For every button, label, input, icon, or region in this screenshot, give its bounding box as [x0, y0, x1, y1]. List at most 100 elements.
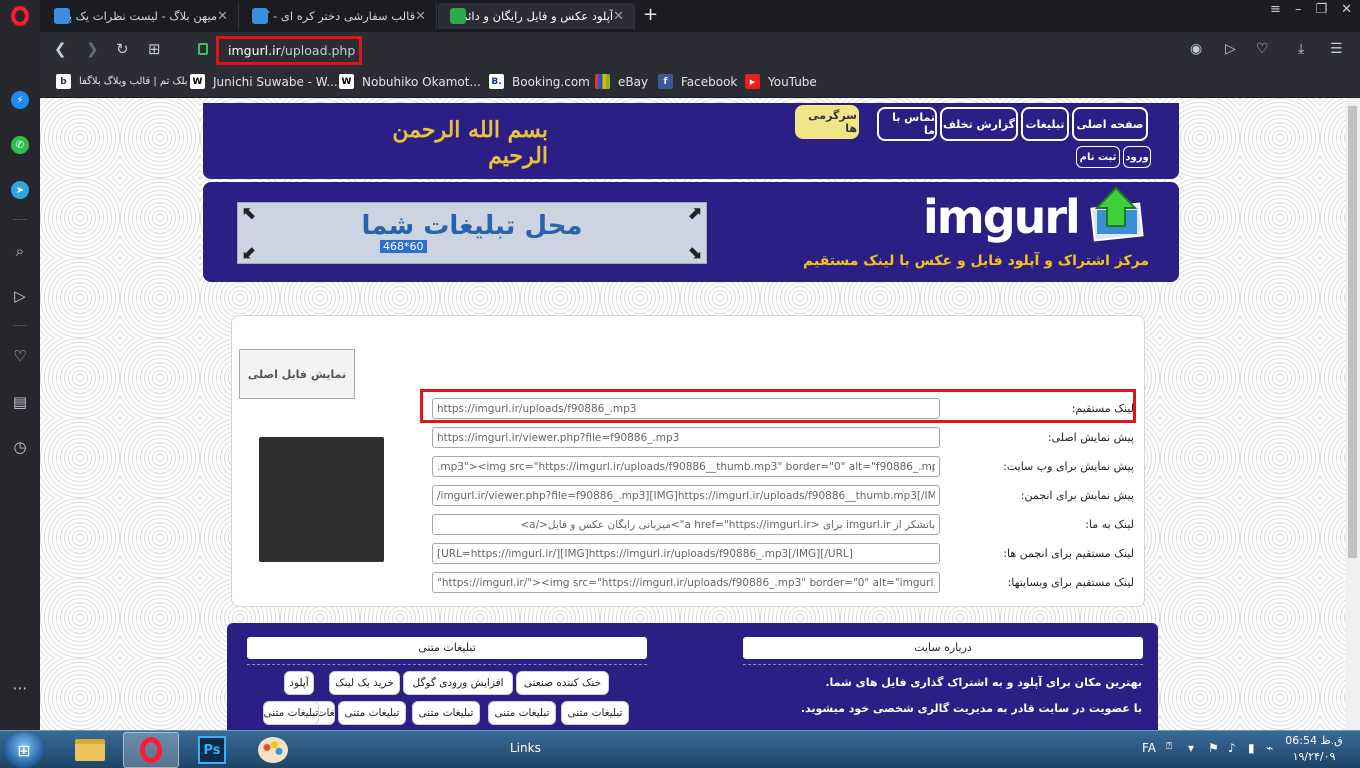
tab-strip: ✕ میهن بلاگ - لیست نظرات یک پست ✕ قالب س… [40, 0, 1360, 32]
wikipedia-icon: W [190, 74, 205, 89]
forum-direct-field[interactable] [432, 543, 940, 564]
camera-icon[interactable]: ◉ [1190, 41, 1202, 57]
forward-icon[interactable]: ❯ [86, 40, 99, 58]
window-controls: ≡ – ❐ ✕ [1270, 2, 1352, 17]
send-icon[interactable]: ▷ [8, 284, 32, 308]
text-ad-link[interactable]: تبلیغات متنی [561, 701, 629, 725]
send-page-icon[interactable]: ▷ [1225, 41, 1236, 57]
link-to-us-field[interactable] [432, 514, 940, 535]
url-field[interactable]: imgurl.ir/upload.php [216, 36, 362, 65]
nav-report[interactable]: گزارش تخلف [940, 107, 1018, 141]
back-icon[interactable]: ❮ [54, 40, 67, 58]
tab-imgurl[interactable]: ✕ آپلود عکس و فایل رایگان و دائمی [438, 3, 635, 29]
whatsapp-icon[interactable]: ✆ [8, 133, 32, 157]
windows-start-icon[interactable]: ⊞ [4, 732, 44, 768]
minimize-icon[interactable]: – [1295, 2, 1302, 17]
forum-preview-field[interactable] [432, 485, 940, 506]
text-ad-link[interactable]: آپلود [284, 671, 314, 695]
new-tab-icon[interactable]: + [643, 4, 658, 25]
scrollbar-thumb[interactable] [1348, 106, 1357, 558]
photoshop-taskbar-icon[interactable]: Ps [184, 732, 240, 768]
bookmark-nobuhiko[interactable]: W Nobuhiko Okamot... [339, 74, 481, 89]
clock-date: ۱۹/۲۴/۰۹ [1292, 750, 1336, 763]
history-icon[interactable]: ◷ [8, 435, 32, 459]
tab-title: قالب سفارشی دختر کره ای - کرونه [268, 9, 416, 23]
website-direct-label: لینک مستقیم برای وبسایتها: [1007, 576, 1134, 589]
close-window-icon[interactable]: ✕ [1341, 2, 1352, 17]
language-indicator[interactable]: FA [1142, 741, 1156, 755]
close-tab-icon[interactable]: ✕ [415, 9, 426, 24]
youtube-icon: ▶ [745, 74, 760, 89]
viewer-link-field[interactable] [432, 427, 940, 448]
direct-link-label: لینک مستقیم: [1071, 402, 1134, 415]
flag-icon[interactable]: ⚑ [1208, 741, 1219, 755]
explorer-taskbar-icon[interactable] [62, 732, 118, 768]
heart-icon[interactable]: ♡ [1256, 41, 1269, 57]
about-title: درباره سایت [743, 637, 1143, 659]
show-original-button[interactable]: نمایش فایل اصلی [239, 349, 355, 399]
website-direct-field[interactable] [432, 572, 940, 593]
bookmark-booking[interactable]: B. Booking.com [489, 74, 590, 89]
text-ad-link[interactable]: افزایش ورودی گوگل [403, 671, 513, 695]
nav-register[interactable]: ثبت نام [1076, 146, 1120, 168]
restore-icon[interactable]: ❐ [1315, 2, 1327, 17]
upload-result-panel: نمایش فایل اصلی لینک مستقیم: پیش نمایش ا… [231, 315, 1145, 607]
menu-icon[interactable]: ≡ [1270, 2, 1281, 17]
easy-setup-icon[interactable]: ☰ [1330, 41, 1343, 57]
text-ad-link[interactable]: تبلیغات متنی [488, 701, 556, 725]
text-ad-link[interactable]: خرید بک لینک [329, 671, 400, 695]
bookmark-junichi[interactable]: W Junichi Suwabe - W... [190, 74, 338, 89]
help-icon[interactable]: ⍰ [1166, 741, 1172, 752]
text-ad-link[interactable]: خنک کننده صنعتی [516, 671, 609, 695]
direct-link-field[interactable] [432, 398, 940, 419]
ad-placeholder[interactable]: ⬉ ⬈ ⬋ ⬊ محل تبلیغات شما 468*60 [237, 202, 707, 264]
site-header: بسم الله الرحمن الرحیم سرگرمی ها تماس با… [203, 103, 1179, 179]
close-tab-icon[interactable]: ✕ [217, 9, 228, 24]
bookmark-facebook[interactable]: f Facebook [658, 74, 737, 89]
tab-mihanblog[interactable]: ✕ میهن بلاگ - لیست نظرات یک پست [42, 3, 239, 29]
ebay-icon [595, 74, 610, 89]
network-icon[interactable]: ▮ [1248, 741, 1255, 755]
website-preview-field[interactable] [432, 456, 940, 477]
arrow-se-icon: ⬊ [686, 242, 702, 263]
reload-icon[interactable]: ↻ [116, 40, 129, 58]
nav-home[interactable]: صفحه اصلی [1072, 107, 1148, 141]
nav-ads[interactable]: تبلیغات [1021, 107, 1069, 141]
show-hidden-icons[interactable]: ▾ [1188, 741, 1194, 755]
about-divider [743, 664, 1143, 665]
more-icon[interactable]: ⋯ [8, 676, 32, 700]
website-preview-label: پیش نمایش برای وب سایت: [1003, 460, 1134, 473]
heart-icon[interactable]: ♡ [8, 344, 32, 368]
bookmark-youtube[interactable]: ▶ YouTube [745, 74, 817, 89]
download-icon[interactable]: ⤓ [1298, 41, 1304, 57]
site-footer: درباره سایت تبلیغات متنی بهترین مکان برا… [227, 623, 1158, 730]
ad-text: محل تبلیغات شما [361, 211, 583, 241]
search-icon[interactable]: ⌕ [8, 239, 32, 263]
tab-template[interactable]: ✕ قالب سفارشی دختر کره ای - کرونه [240, 3, 437, 29]
nav-login[interactable]: ورود [1123, 146, 1151, 168]
power-icon[interactable]: ⌁ [1266, 741, 1273, 755]
text-ad-link[interactable]: تبلیغات متنی [338, 701, 406, 725]
text-ad-link[interactable]: تبلیغات متنی [263, 701, 319, 725]
speed-dial-icon[interactable]: ⊞ [148, 40, 161, 58]
bookmark-blacktheme[interactable]: b بلک تم | قالب وبلاگ بلاگفا [56, 74, 188, 89]
text-ad-link[interactable]: تبلیغات متنی [412, 701, 480, 725]
text-ads-title: تبلیغات متنی [247, 637, 647, 659]
tab-favicon-icon [450, 8, 466, 24]
page-scrollbar[interactable] [1345, 98, 1360, 730]
messenger-icon[interactable]: ⚡ [8, 88, 32, 112]
bookmark-ebay[interactable]: eBay [595, 74, 648, 89]
telegram-icon[interactable]: ➤ [8, 178, 32, 202]
wikipedia-icon: W [339, 74, 354, 89]
nav-fun[interactable]: سرگرمی ها [795, 105, 859, 139]
opera-menu-icon[interactable] [8, 4, 32, 28]
volume-icon[interactable]: ♪ [1228, 741, 1236, 755]
paint-taskbar-icon[interactable] [245, 732, 301, 768]
viewer-link-label: پیش نمایش اصلی: [1047, 431, 1134, 444]
nav-contact[interactable]: تماس با ما [877, 107, 937, 141]
news-icon[interactable]: ▤ [8, 390, 32, 414]
links-toolbar[interactable]: Links [510, 741, 541, 755]
system-clock[interactable]: 06:54 ق.ظ ۱۹/۲۴/۰۹ [1284, 733, 1344, 765]
opera-taskbar-icon[interactable] [123, 732, 179, 768]
close-tab-icon[interactable]: ✕ [613, 9, 624, 24]
